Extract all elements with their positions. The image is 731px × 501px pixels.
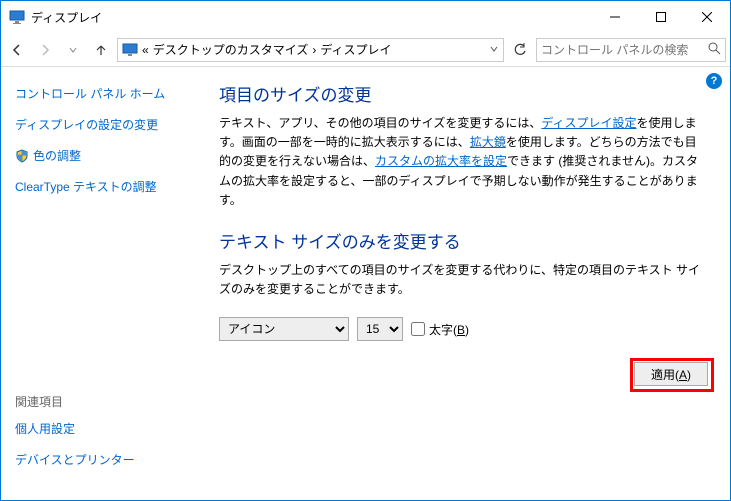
navbar: « デスクトップのカスタマイズ › ディスプレイ — [1, 33, 730, 67]
sidebar-home[interactable]: コントロール パネル ホーム — [15, 85, 197, 102]
link-display-settings[interactable]: ディスプレイ設定 — [541, 116, 636, 130]
window-title: ディスプレイ — [31, 9, 592, 26]
forward-button[interactable] — [33, 38, 57, 62]
related-header: 関連項目 — [15, 393, 197, 410]
item-select[interactable]: アイコン — [219, 317, 349, 341]
link-magnifier[interactable]: 拡大鏡 — [470, 135, 506, 149]
search-input[interactable] — [541, 43, 707, 57]
crumb-2[interactable]: ディスプレイ — [320, 41, 391, 58]
sidebar-related-devices[interactable]: デバイスとプリンター — [15, 451, 197, 468]
main-panel: 項目のサイズの変更 テキスト、アプリ、その他の項目のサイズを変更するには、ディス… — [211, 67, 730, 500]
content: ? コントロール パネル ホーム ディスプレイの設定の変更 色の調整 Clear… — [1, 67, 730, 500]
bold-checkbox[interactable] — [411, 322, 425, 336]
link-custom-scaling[interactable]: カスタムの拡大率を設定 — [375, 154, 507, 168]
minimize-button[interactable] — [592, 1, 638, 33]
back-button[interactable] — [5, 38, 29, 62]
crumb-prefix: « — [142, 43, 149, 57]
sidebar-item-label: 色の調整 — [33, 147, 81, 164]
recent-dropdown[interactable] — [61, 38, 85, 62]
crumb-1[interactable]: デスクトップのカスタマイズ — [153, 41, 309, 58]
maximize-button[interactable] — [638, 1, 684, 33]
window-buttons — [592, 1, 730, 33]
controls-row: アイコン 15 太字(B) — [219, 317, 708, 341]
section-body-textsize: デスクトップ上のすべての項目のサイズを変更する代わりに、特定の項目のテキスト サ… — [219, 261, 708, 299]
address-bar[interactable]: « デスクトップのカスタマイズ › ディスプレイ — [117, 38, 504, 62]
sidebar-item-cleartype[interactable]: ClearType テキストの調整 — [15, 178, 197, 195]
search-box[interactable] — [536, 38, 726, 62]
address-dropdown-icon[interactable] — [489, 43, 499, 57]
section-body-resize: テキスト、アプリ、その他の項目のサイズを変更するには、ディスプレイ設定を使用しま… — [219, 114, 708, 210]
apply-button[interactable]: 適用(A) — [634, 362, 708, 386]
refresh-button[interactable] — [508, 38, 532, 62]
bold-checkbox-label[interactable]: 太字(B) — [411, 321, 469, 338]
monitor-icon — [122, 42, 138, 58]
size-select[interactable]: 15 — [357, 317, 403, 341]
close-button[interactable] — [684, 1, 730, 33]
sidebar-item-display-settings[interactable]: ディスプレイの設定の変更 — [15, 116, 197, 133]
up-button[interactable] — [89, 38, 113, 62]
search-icon[interactable] — [707, 41, 721, 58]
sidebar-item-color-calibration[interactable]: 色の調整 — [15, 147, 197, 164]
section-title-resize: 項目のサイズの変更 — [219, 81, 708, 106]
sidebar: コントロール パネル ホーム ディスプレイの設定の変更 色の調整 ClearTy… — [1, 67, 211, 500]
section-title-textsize: テキスト サイズのみを変更する — [219, 228, 708, 253]
chevron-right-icon: › — [312, 43, 316, 57]
breadcrumb: « デスクトップのカスタマイズ › ディスプレイ — [142, 41, 489, 58]
display-icon — [9, 9, 25, 25]
sidebar-related-personalization[interactable]: 個人用設定 — [15, 420, 197, 437]
titlebar: ディスプレイ — [1, 1, 730, 33]
shield-icon — [15, 149, 29, 163]
